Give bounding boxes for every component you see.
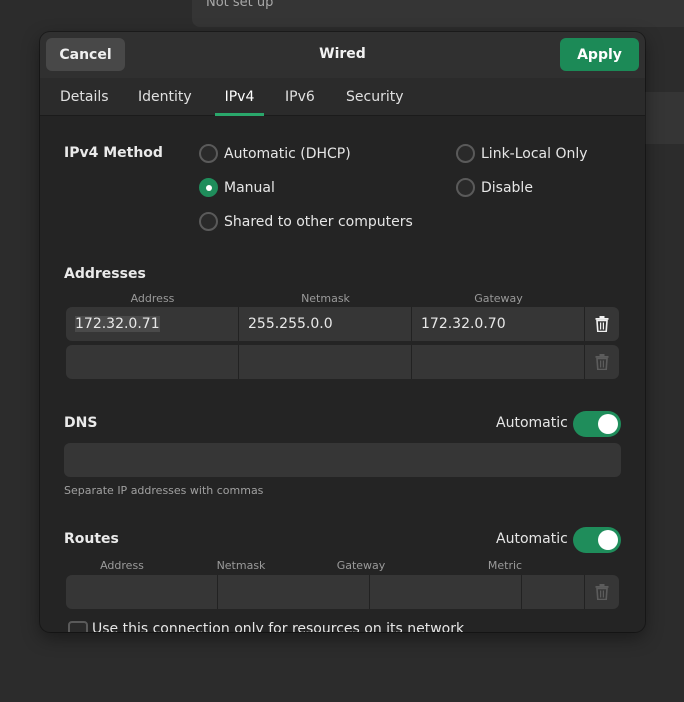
radio-label: Link-Local Only — [481, 145, 588, 162]
tab-identity[interactable]: Identity — [130, 78, 200, 116]
netmask-input[interactable]: 255.255.0.0 — [239, 307, 412, 341]
radio-label: Manual — [224, 179, 275, 196]
apply-button[interactable]: Apply — [560, 38, 639, 71]
column-header-gateway: Gateway — [474, 292, 523, 305]
radio-button[interactable] — [456, 178, 475, 197]
dns-automatic-switch[interactable] — [573, 411, 621, 437]
route-address-input[interactable] — [66, 575, 218, 609]
addresses-label: Addresses — [64, 266, 146, 282]
only-local-resources-checkbox[interactable] — [68, 621, 88, 632]
only-local-resources-label: Use this connection only for resources o… — [92, 621, 465, 632]
gateway-input[interactable]: 172.32.0.70 — [412, 307, 585, 341]
column-header-route-gateway: Gateway — [336, 559, 386, 572]
column-header-route-metric: Metric — [487, 559, 523, 572]
tab-bar: Details Identity IPv4 IPv6 Security — [40, 78, 645, 116]
netmask-input[interactable] — [239, 345, 412, 379]
tab-ipv4[interactable]: IPv4 — [215, 78, 264, 116]
delete-address-button-disabled — [585, 345, 619, 379]
trash-icon — [595, 354, 609, 370]
tab-security[interactable]: Security — [338, 78, 412, 116]
dns-label: DNS — [64, 415, 98, 431]
trash-icon — [595, 316, 609, 332]
trash-icon — [595, 584, 609, 600]
radio-label: Automatic (DHCP) — [224, 145, 351, 162]
address-value: 172.32.0.71 — [75, 316, 160, 332]
header-bar: Cancel Wired Apply — [40, 32, 645, 78]
route-netmask-input[interactable] — [218, 575, 370, 609]
column-header-address: Address — [130, 292, 175, 305]
route-metric-input[interactable] — [522, 575, 585, 609]
radio-shared[interactable]: Shared to other computers — [199, 212, 413, 231]
delete-route-button-disabled — [585, 575, 619, 609]
ipv4-method-label: IPv4 Method — [64, 145, 163, 161]
column-header-route-address: Address — [100, 559, 144, 572]
address-row-empty — [66, 345, 619, 379]
dns-input[interactable] — [64, 443, 621, 477]
radio-disable[interactable]: Disable — [456, 178, 533, 197]
radio-button[interactable] — [199, 144, 218, 163]
tab-ipv6[interactable]: IPv6 — [277, 78, 323, 116]
column-header-route-netmask: Netmask — [216, 559, 266, 572]
radio-button[interactable] — [456, 144, 475, 163]
ipv4-content: IPv4 Method Automatic (DHCP) Link-Local … — [40, 116, 645, 632]
wired-settings-dialog: Cancel Wired Apply Details Identity IPv4… — [40, 32, 645, 632]
column-header-netmask: Netmask — [301, 292, 350, 305]
background-panel-status: Not set up — [206, 0, 274, 10]
gateway-input[interactable] — [412, 345, 585, 379]
address-input[interactable] — [66, 345, 239, 379]
address-row: 172.32.0.71 255.255.0.0 172.32.0.70 — [66, 307, 619, 341]
address-input[interactable]: 172.32.0.71 — [66, 307, 239, 341]
radio-label: Disable — [481, 179, 533, 196]
radio-link-local-only[interactable]: Link-Local Only — [456, 144, 588, 163]
tab-details[interactable]: Details — [52, 78, 117, 116]
radio-button[interactable] — [199, 212, 218, 231]
routes-automatic-label: Automatic — [496, 531, 568, 547]
radio-manual[interactable]: Manual — [199, 178, 275, 197]
route-gateway-input[interactable] — [370, 575, 522, 609]
routes-automatic-switch[interactable] — [573, 527, 621, 553]
radio-button-checked[interactable] — [199, 178, 218, 197]
dialog-title: Wired — [319, 46, 366, 62]
route-row — [66, 575, 619, 609]
dns-automatic-label: Automatic — [496, 415, 568, 431]
dns-hint: Separate IP addresses with commas — [64, 484, 264, 497]
radio-label: Shared to other computers — [224, 213, 413, 230]
delete-address-button[interactable] — [585, 307, 619, 341]
routes-label: Routes — [64, 531, 119, 547]
background-panel: Not set up — [192, 0, 684, 27]
radio-automatic-dhcp[interactable]: Automatic (DHCP) — [199, 144, 351, 163]
